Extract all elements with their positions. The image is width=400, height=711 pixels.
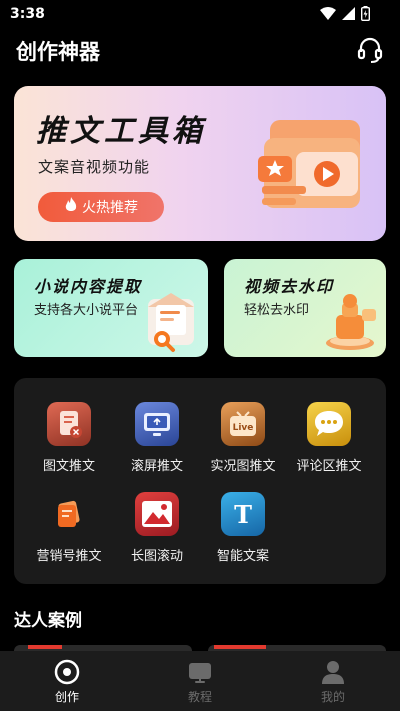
section-title: 达人案例 xyxy=(14,611,82,631)
hero-title: 推文工具箱 xyxy=(36,114,206,149)
hot-recommend-label: 火热推荐 xyxy=(82,200,138,216)
signal-icon xyxy=(342,7,355,20)
card-subtitle: 支持各大小说平台 xyxy=(34,303,139,318)
tool-label: 智能文案 xyxy=(216,549,269,564)
video-watermark-card[interactable]: 视频去水印 轻松去水印 xyxy=(224,259,386,357)
long-image-icon xyxy=(135,492,179,536)
tab-tutorial[interactable]: 教程 xyxy=(150,651,250,711)
tool-label: 滚屏推文 xyxy=(130,459,183,474)
hero-subtitle: 文案音视频功能 xyxy=(38,158,151,176)
bottom-tab-bar: 创作 教程 我的 xyxy=(0,651,400,711)
tool-comment[interactable]: 评论区推文 xyxy=(286,402,372,482)
app-header: 创作神器 xyxy=(0,28,400,72)
profile-icon xyxy=(320,659,346,685)
status-bar: 3:38 xyxy=(0,0,400,28)
svg-text:Live: Live xyxy=(233,423,254,433)
tools-panel: 图文推文 滚屏推文 Live 实况图推文 评论区推文 营销号推文 长图滚动 T xyxy=(14,378,386,584)
tool-label: 实况图推文 xyxy=(210,459,276,474)
svg-text:T: T xyxy=(234,500,252,529)
tab-create[interactable]: 创作 xyxy=(17,651,117,711)
case-card-accent xyxy=(214,645,266,649)
card-subtitle: 轻松去水印 xyxy=(244,303,310,318)
novel-extract-card[interactable]: 小说内容提取 支持各大小说平台 xyxy=(14,259,208,357)
tool-label: 图文推文 xyxy=(42,459,95,474)
tool-label: 营销号推文 xyxy=(36,549,102,564)
tool-image-text[interactable]: 图文推文 xyxy=(26,402,112,482)
tool-live-photo[interactable]: Live 实况图推文 xyxy=(200,402,286,482)
tool-long-image[interactable]: 长图滚动 xyxy=(114,492,200,572)
tool-scroll-screen[interactable]: 滚屏推文 xyxy=(114,402,200,482)
tool-label: 长图滚动 xyxy=(130,549,183,564)
comment-icon xyxy=(307,402,351,446)
tab-label: 创作 xyxy=(54,690,79,704)
scroll-screen-icon xyxy=(135,402,179,446)
tab-profile[interactable]: 我的 xyxy=(283,651,383,711)
create-icon xyxy=(54,659,80,685)
fire-icon xyxy=(64,197,78,217)
card-title: 视频去水印 xyxy=(244,277,335,296)
hero-banner[interactable]: 推文工具箱 文案音视频功能 火热推荐 xyxy=(14,86,386,241)
image-text-icon xyxy=(47,402,91,446)
tool-label: 评论区推文 xyxy=(296,459,362,474)
stamp-illustration xyxy=(326,294,376,350)
page-title: 创作神器 xyxy=(16,40,100,64)
smart-text-icon: T xyxy=(221,492,265,536)
tab-label: 教程 xyxy=(187,690,212,704)
marketing-icon xyxy=(47,492,91,536)
case-card-accent xyxy=(28,645,62,649)
headset-icon[interactable] xyxy=(356,36,384,64)
tab-label: 我的 xyxy=(320,690,345,704)
card-title: 小说内容提取 xyxy=(34,277,143,296)
status-icons xyxy=(320,6,370,21)
wifi-icon xyxy=(320,7,336,20)
folder-video-illustration xyxy=(258,120,360,208)
tool-smart-text[interactable]: T 智能文案 xyxy=(200,492,286,572)
live-photo-icon: Live xyxy=(221,402,265,446)
battery-icon xyxy=(361,6,370,21)
tutorial-icon xyxy=(187,659,213,685)
hot-recommend-button[interactable]: 火热推荐 xyxy=(38,192,164,222)
status-time: 3:38 xyxy=(10,6,45,22)
tool-marketing[interactable]: 营销号推文 xyxy=(26,492,112,572)
document-search-illustration xyxy=(148,293,194,352)
